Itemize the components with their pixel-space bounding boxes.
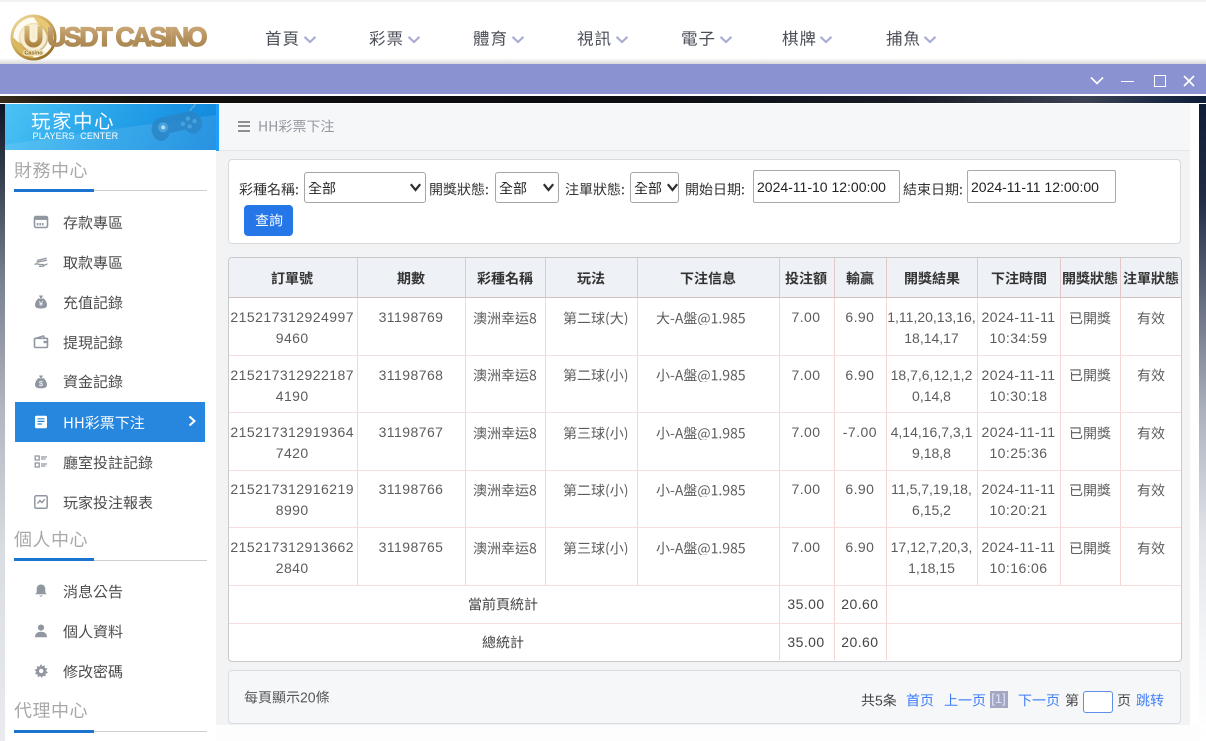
- svg-text:Casino: Casino: [24, 51, 43, 57]
- svg-text:USDT CASINO: USDT CASINO: [47, 22, 207, 52]
